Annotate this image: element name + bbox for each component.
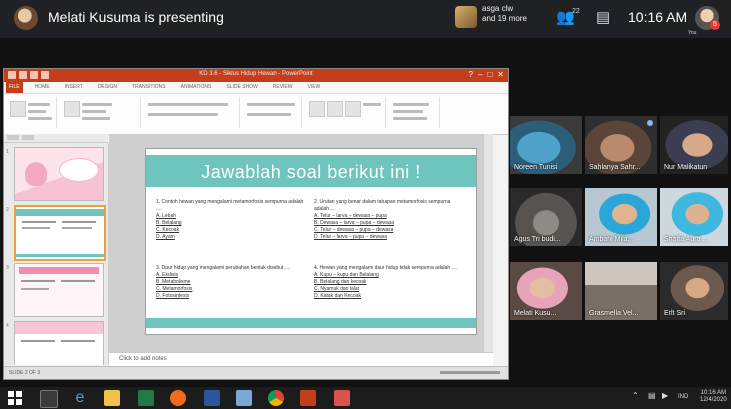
chrome-icon[interactable]: [268, 390, 284, 406]
ppt-status-bar: SLIDE 2 OF 3: [4, 366, 508, 379]
app-icon[interactable]: [334, 390, 350, 406]
help-icon[interactable]: ?: [469, 70, 473, 79]
self-label: You: [688, 30, 697, 36]
slide-editing-area: Jawablah soal berikut ini ! 1. Contoh he…: [109, 134, 493, 352]
close-icon[interactable]: ✕: [497, 70, 504, 79]
current-slide[interactable]: Jawablah soal berikut ini ! 1. Contoh he…: [145, 148, 477, 335]
clipboard-group: [6, 97, 57, 128]
meeting-clock: 10:16 AM: [628, 9, 688, 25]
maximize-icon[interactable]: □: [487, 70, 492, 79]
tab-slide-show[interactable]: SLIDE SHOW: [223, 82, 260, 93]
tab-animations[interactable]: ANIMATIONS: [178, 82, 215, 93]
powerpoint-window: KD 3.6 - Siklus Hidup Hewan - PowerPoint…: [3, 68, 509, 380]
ppt-title-bar: KD 3.6 - Siklus Hidup Hewan - PowerPoint…: [4, 69, 508, 82]
file-explorer-icon[interactable]: [104, 390, 120, 406]
ribbon-tabs: FILE HOME INSERT DESIGN TRANSITIONS ANIM…: [4, 82, 508, 94]
video-tile-5[interactable]: Ambani Mila...: [585, 188, 657, 246]
slide-counter: SLIDE 2 OF 3: [9, 370, 41, 376]
speaking-icon: [647, 120, 653, 126]
thumbnail-pane-tabs: [4, 134, 108, 143]
notes-pane[interactable]: Click to add notes: [109, 352, 493, 366]
presenter-avatar: [14, 6, 38, 30]
chat-icon[interactable]: ▤: [596, 8, 610, 26]
question-4: 4. Hewan yang mengalami daur hidup tidak…: [314, 265, 458, 299]
tray-chevron-icon[interactable]: ⌃: [632, 391, 639, 400]
meet-top-bar: Melati Kusuma is presenting asga clw and…: [0, 0, 731, 38]
video-tile-3[interactable]: Nur Malikatun: [660, 116, 728, 174]
font-group: [144, 97, 240, 128]
tab-design[interactable]: DESIGN: [95, 82, 120, 93]
participant-preview[interactable]: asga clw and 19 more: [482, 4, 527, 24]
network-icon[interactable]: ▤: [648, 391, 656, 400]
firefox-icon[interactable]: [170, 390, 186, 406]
tab-transitions[interactable]: TRANSITIONS: [129, 82, 169, 93]
participant-count: 22: [572, 8, 580, 15]
video-tile-2[interactable]: Sahlanya Sahr...: [585, 116, 657, 174]
slide-bottom-bar: [146, 318, 476, 328]
video-tile-6[interactable]: Shaffa Aura ...: [660, 188, 728, 246]
slide-thumbnail-pane: 1 2 3 4: [4, 143, 109, 365]
window-title: KD 3.6 - Siklus Hidup Hewan - PowerPoint: [199, 71, 313, 77]
ribbon: [4, 94, 508, 135]
slide-thumb-4[interactable]: [14, 321, 104, 365]
outline-tab[interactable]: [22, 135, 34, 140]
question-1: 1. Contoh hewan yang mengalami metamorfo…: [156, 199, 304, 240]
tab-review[interactable]: REVIEW: [270, 82, 296, 93]
slide-title: Jawablah soal berikut ini !: [201, 162, 421, 182]
window-controls[interactable]: ? – □ ✕: [469, 70, 504, 79]
shapes-icon[interactable]: [309, 101, 325, 117]
drawing-group: [305, 97, 386, 128]
slide-thumb-3[interactable]: [14, 263, 104, 317]
slide-thumb-2[interactable]: [14, 205, 106, 261]
tab-home[interactable]: HOME: [32, 82, 53, 93]
slide-scrollbar[interactable]: [483, 134, 493, 352]
tab-file[interactable]: FILE: [6, 82, 23, 93]
video-tile-4[interactable]: Agus Tri budi...: [510, 188, 582, 246]
word-icon[interactable]: [204, 390, 220, 406]
question-2: 2. Urutan yang benar dalam tahapan metam…: [314, 199, 451, 240]
excel-icon[interactable]: [138, 390, 154, 406]
arrange-icon[interactable]: [327, 101, 343, 117]
windows-taskbar: e ⌃ ▤ ▶ IND 10:16 AM 12/4/2020: [0, 387, 731, 409]
quick-styles-icon[interactable]: [345, 101, 361, 117]
volume-icon[interactable]: ▶: [662, 391, 668, 400]
paragraph-group: [243, 97, 302, 128]
ie-browser-icon[interactable]: e: [72, 390, 88, 406]
question-3: 3. Daur hidup yang mengalami perubahan b…: [156, 265, 291, 299]
tab-view[interactable]: VIEW: [305, 82, 324, 93]
windows-start-icon[interactable]: [8, 391, 22, 405]
slides-group: [60, 97, 141, 128]
language-indicator[interactable]: IND: [678, 394, 688, 400]
paste-icon[interactable]: [10, 101, 26, 117]
presenting-text: Melati Kusuma is presenting: [48, 9, 224, 25]
notes-placeholder: Click to add notes: [119, 356, 167, 362]
notification-badge: 5: [710, 20, 720, 30]
paint-icon[interactable]: [236, 390, 252, 406]
video-tile-1[interactable]: Noreen Tunisi: [510, 116, 582, 174]
zoom-slider[interactable]: [440, 371, 500, 374]
editing-group: [389, 97, 440, 128]
video-tile-7[interactable]: Melati Kusu...: [510, 262, 582, 320]
new-slide-icon[interactable]: [64, 101, 80, 117]
minimize-icon[interactable]: –: [478, 70, 482, 79]
slide-thumb-1[interactable]: [14, 147, 104, 201]
video-tile-9[interactable]: Erlt Sri: [660, 262, 728, 320]
taskbar-clock[interactable]: 10:16 AM 12/4/2020: [700, 390, 727, 404]
slides-tab[interactable]: [7, 135, 19, 140]
tab-insert[interactable]: INSERT: [62, 82, 86, 93]
powerpoint-icon[interactable]: [300, 390, 316, 406]
task-view-icon[interactable]: [40, 390, 58, 408]
video-tile-8[interactable]: Grasmella Vel...: [585, 262, 657, 320]
participant-preview-avatar[interactable]: [455, 6, 477, 28]
